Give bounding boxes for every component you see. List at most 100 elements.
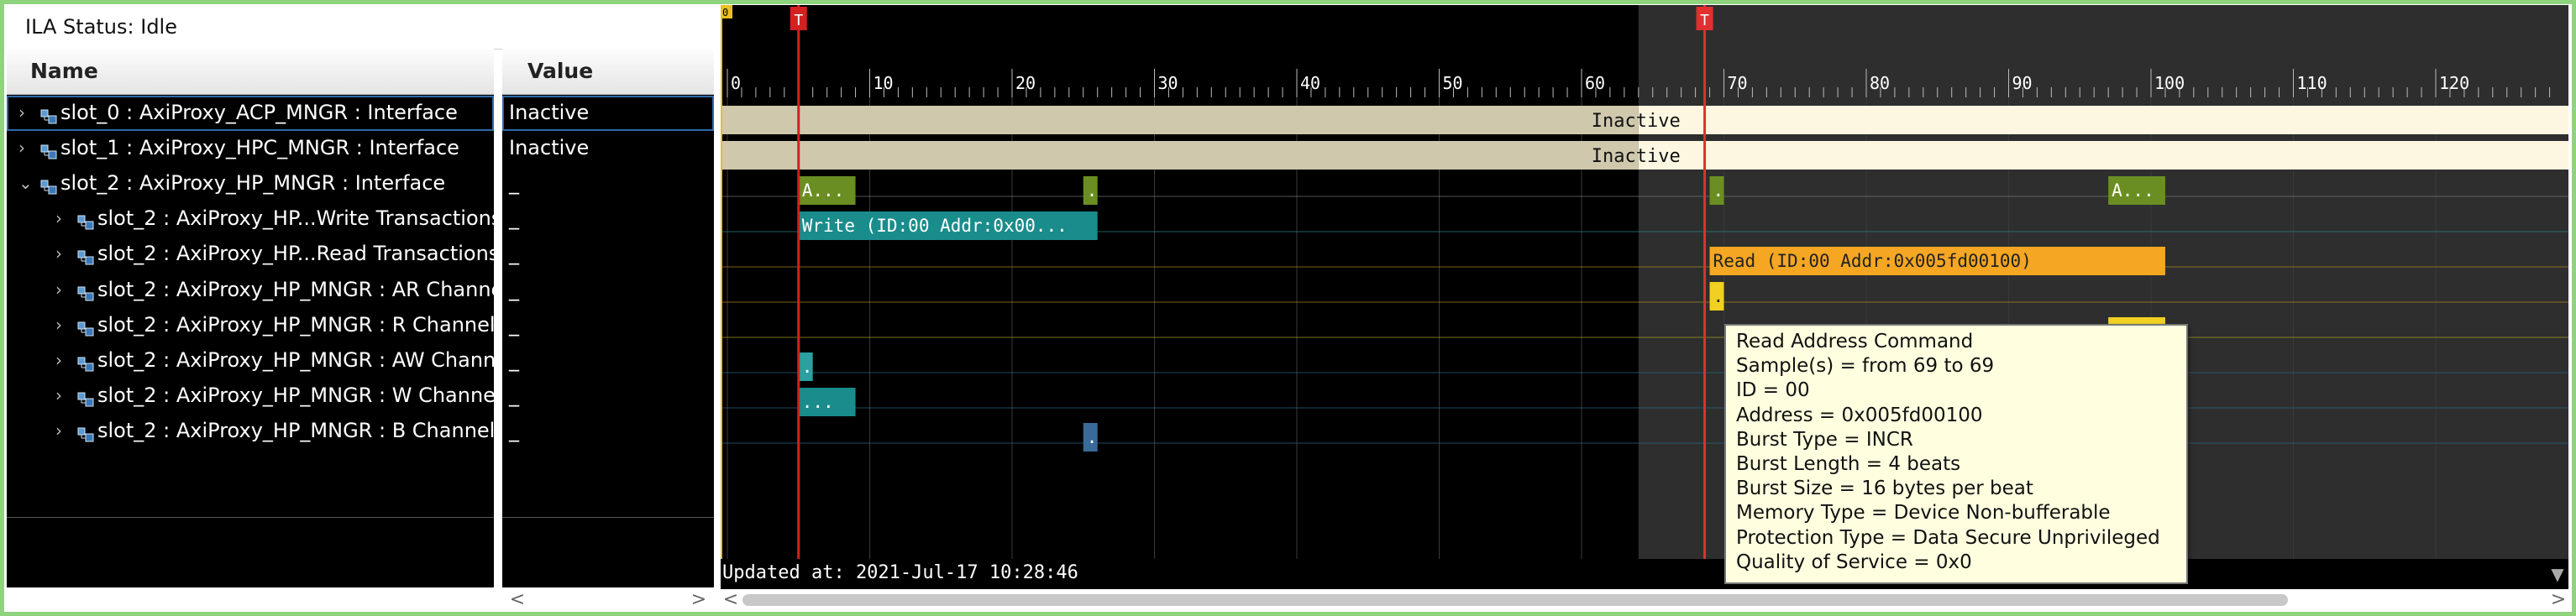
value-cell: _ (509, 242, 519, 266)
value-column-header[interactable]: Value (502, 49, 714, 95)
chevron-right-icon[interactable]: › (55, 420, 71, 441)
interface-bus-icon (77, 247, 94, 265)
read-transaction-label: Read (ID:00 Addr:0x005fd00100) (1713, 251, 2032, 271)
interface-bus-icon (40, 176, 57, 195)
inactive-band[interactable] (721, 141, 1639, 170)
tree-row[interactable]: › slot_2 : AxiProxy_HP_MNGR : W Channel (7, 378, 494, 414)
value-column-label: Value (527, 59, 594, 83)
ruler-tick-label: 70 (1728, 73, 1748, 93)
ruler-tick-label: 60 (1585, 73, 1605, 93)
value-row[interactable]: _ (502, 166, 714, 201)
value-panel-hscrollbar[interactable]: < > (502, 589, 714, 611)
name-column-header[interactable]: Name (7, 49, 494, 95)
value-row[interactable]: _ (502, 201, 714, 237)
value-cell: Inactive (509, 101, 590, 124)
inactive-band[interactable] (1638, 106, 2568, 134)
tree-row[interactable]: › slot_0 : AxiProxy_ACP_MNGR : Interface (7, 96, 494, 131)
interface-bus-segment-label: . (1087, 180, 1098, 201)
value-row[interactable]: _ (502, 343, 714, 378)
value-row[interactable]: _ (502, 237, 714, 272)
value-cell: Inactive (509, 136, 590, 160)
tooltip-line: Burst Type = INCR (1736, 428, 1913, 451)
tree-row[interactable]: › slot_2 : AxiProxy_HP_MNGR : B Channel (7, 414, 494, 449)
tooltip-line: Memory Type = Device Non-bufferable (1736, 502, 2111, 525)
ar-channel-beat-label: . (1713, 286, 1724, 306)
value-row[interactable]: _ (502, 378, 714, 414)
waveform-area[interactable]: 0 10 20 30 40 50 60 70 80 90 100 110 120 Inactive Inac… (721, 5, 2568, 589)
ruler-tick-label: 100 (2154, 73, 2185, 93)
chevron-right-icon[interactable]: › (18, 102, 34, 123)
value-row[interactable]: _ (502, 414, 714, 449)
name-panel-hscrollbar[interactable]: < (7, 589, 527, 611)
w-channel-beats-label: ... (802, 392, 834, 412)
scroll-left-icon[interactable]: < (721, 589, 741, 611)
tooltip-line: Address = 0x005fd00100 (1736, 404, 1983, 426)
tooltip-line: Sample(s) = from 69 to 69 (1736, 355, 1995, 378)
chevron-right-icon[interactable]: › (18, 138, 34, 158)
updated-at-text: Updated at: 2021-Jul-17 10:28:46 (722, 562, 1078, 583)
write-transaction-label: Write (ID:00 Addr:0x00... (802, 216, 1068, 236)
interface-bus-segment-label: . (1713, 180, 1724, 201)
origin-marker-label: 0 (722, 7, 728, 18)
ila-status-bar: ILA Status: Idle (7, 5, 714, 50)
value-cell: _ (509, 418, 519, 442)
chevron-right-icon[interactable]: › (55, 243, 71, 264)
value-cell: _ (509, 347, 519, 372)
value-cell: _ (509, 277, 519, 301)
signal-value-panel[interactable]: Value Inactive Inactive _ _ _ _ _ _ _ _ (502, 49, 714, 587)
chevron-right-icon[interactable]: › (55, 315, 71, 335)
value-row[interactable]: Inactive (502, 131, 714, 166)
tree-row-label: slot_2 : AxiProxy_HP_MNGR : R Channel (97, 312, 494, 337)
chevron-right-icon[interactable]: › (55, 350, 71, 370)
ruler-tick-label: 20 (1015, 73, 1036, 93)
interface-bus-icon (40, 106, 57, 124)
tree-row[interactable]: › slot_1 : AxiProxy_HPC_MNGR : Interface (7, 131, 494, 166)
value-cell: _ (509, 383, 519, 407)
panel-divider (502, 517, 714, 518)
interface-bus-icon (77, 283, 94, 300)
interface-bus-icon (40, 141, 57, 159)
chevron-right-icon[interactable]: › (55, 385, 71, 405)
value-row[interactable]: _ (502, 273, 714, 308)
inactive-band[interactable] (721, 106, 1639, 134)
b-channel-beat-label: . (1087, 427, 1098, 447)
tree-row-label: slot_2 : AxiProxy_HP_MNGR : Interface (60, 171, 446, 196)
tree-row-label: slot_2 : AxiProxy_HP...Read Transactions (97, 242, 494, 266)
value-row[interactable]: Inactive (502, 96, 714, 131)
scroll-right-icon[interactable]: > (2548, 589, 2568, 611)
tree-row[interactable]: › slot_2 : AxiProxy_HP...Read Transaction… (7, 237, 494, 272)
scroll-left-icon[interactable]: < (507, 589, 527, 611)
ruler-tick-label: 0 (731, 73, 741, 93)
tree-row[interactable]: ⌄ slot_2 : AxiProxy_HP_MNGR : Interface (7, 166, 494, 201)
tree-row-label: slot_1 : AxiProxy_HPC_MNGR : Interface (60, 136, 459, 160)
inactive-label: Inactive (1592, 146, 1681, 167)
chevron-right-icon[interactable]: › (55, 279, 71, 300)
scroll-right-icon[interactable]: > (689, 589, 709, 611)
tooltip-line: Quality of Service = 0x0 (1736, 551, 1972, 573)
inactive-band[interactable] (1638, 141, 2568, 170)
tree-row[interactable]: › slot_2 : AxiProxy_HP_MNGR : R Channel (7, 308, 494, 343)
ruler-tick-label: 120 (2439, 73, 2469, 93)
tree-row-label: slot_2 : AxiProxy_HP_MNGR : AR Channel (97, 277, 494, 301)
chevron-right-icon[interactable]: › (55, 208, 71, 228)
scroll-down-icon[interactable]: ▼ (2548, 564, 2567, 586)
chevron-down-icon[interactable]: ⌄ (18, 173, 34, 193)
tree-row[interactable]: › slot_2 : AxiProxy_HP...Write Transactio… (7, 201, 494, 237)
interface-bus-icon (77, 318, 94, 337)
value-row[interactable]: _ (502, 308, 714, 343)
waveform-hscrollbar[interactable]: < > (721, 589, 2568, 611)
ruler-tick-label: 40 (1300, 73, 1320, 93)
tree-row-label: slot_2 : AxiProxy_HP...Write Transaction… (97, 206, 494, 231)
ruler-tick-label: 110 (2297, 73, 2327, 93)
tree-row[interactable]: › slot_2 : AxiProxy_HP_MNGR : AW Channel (7, 343, 494, 378)
ruler-tick-label: 30 (1158, 73, 1178, 93)
tree-row[interactable]: › slot_2 : AxiProxy_HP_MNGR : AR Channel (7, 273, 494, 308)
waveform-canvas[interactable]: 0 10 20 30 40 50 60 70 80 90 100 110 120 Inactive Inac… (721, 5, 2568, 589)
tooltip-line: ID = 00 (1736, 379, 1810, 402)
tree-row-label: slot_0 : AxiProxy_ACP_MNGR : Interface (60, 101, 458, 124)
inactive-label: Inactive (1592, 111, 1681, 132)
tooltip-line: Burst Size = 16 bytes per beat (1736, 478, 2033, 500)
signal-name-panel[interactable]: Name › slot_0 : AxiProxy_ACP_MNGR : Inter… (7, 49, 494, 587)
scrollbar-thumb[interactable] (742, 594, 2288, 606)
ruler-tick-label: 90 (2012, 73, 2033, 93)
